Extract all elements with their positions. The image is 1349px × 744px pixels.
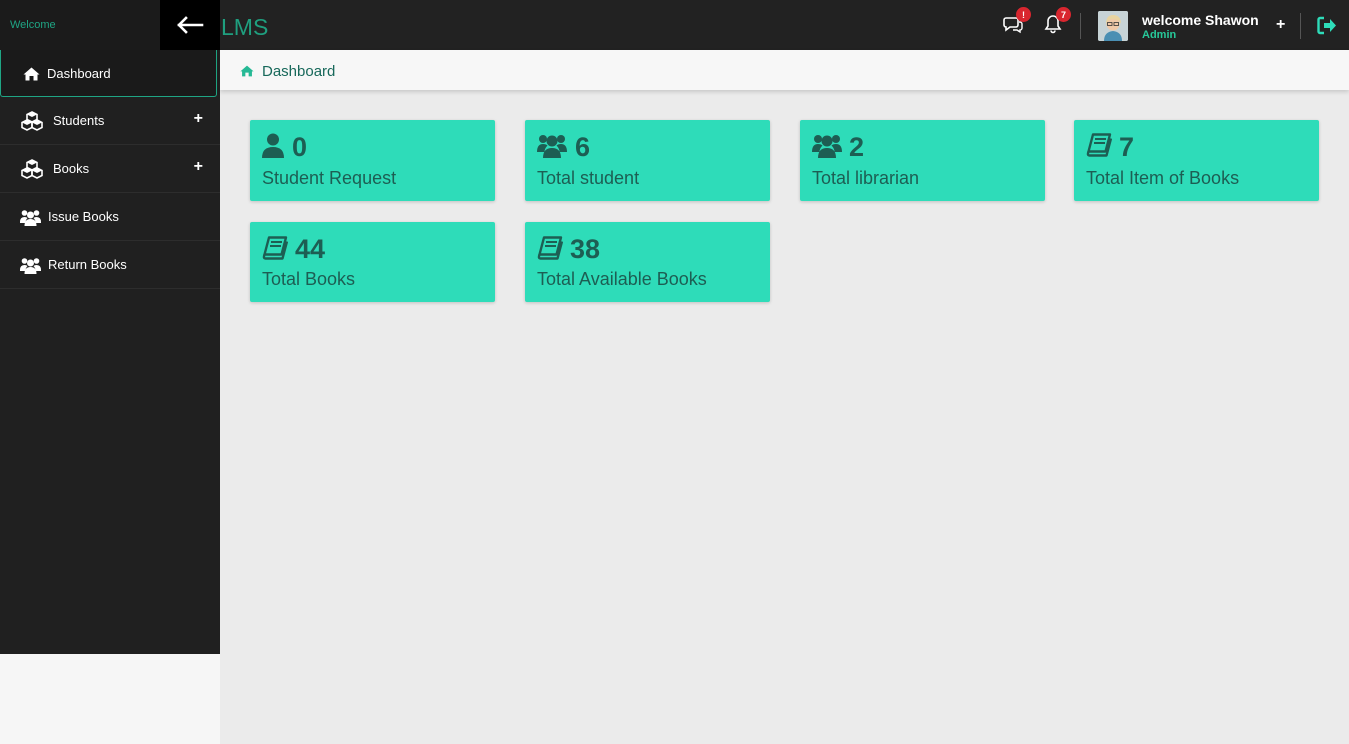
cubes-icon — [21, 110, 43, 132]
stat-value: 6 — [575, 132, 591, 162]
cubes-icon — [21, 158, 43, 180]
top-navbar: Welcome LMS ! 7 welcome Shawon Admin + — [0, 0, 1349, 50]
stat-label: Student Request — [262, 168, 397, 188]
notifications-badge: 7 — [1056, 7, 1071, 22]
expand-plus-icon[interactable]: + — [194, 158, 203, 176]
arrow-left-icon — [177, 16, 204, 34]
stat-card-total-student[interactable]: 6 Total student — [525, 120, 770, 201]
stat-card-total-librarian[interactable]: 2 Total librarian — [800, 120, 1045, 201]
book-icon — [1086, 133, 1113, 162]
expand-plus-icon[interactable]: + — [194, 110, 203, 128]
book-icon — [262, 236, 289, 265]
stat-card-total-item-of-books[interactable]: 7 Total Item of Books — [1074, 120, 1319, 201]
sidebar-item-label: Dashboard — [47, 66, 111, 81]
topbar-divider — [1300, 13, 1301, 39]
users-icon — [19, 206, 41, 228]
user-role: Admin — [1142, 29, 1177, 41]
sidebar-item-books[interactable]: Books + — [0, 145, 220, 193]
sidebar-item-label: Students — [53, 113, 105, 128]
sidebar-item-students[interactable]: Students + — [0, 97, 220, 145]
breadcrumb: Dashboard — [220, 50, 1349, 90]
brand-area: Welcome — [0, 0, 160, 50]
user-icon — [262, 133, 284, 163]
stat-label: Total student — [537, 168, 640, 188]
stat-card-student-request[interactable]: 0 Student Request — [250, 120, 495, 201]
stat-label: Total Available Books — [537, 269, 707, 289]
sidebar-item-label: Return Books — [48, 257, 127, 272]
users-icon — [537, 133, 567, 163]
sidebar-item-label: Issue Books — [48, 209, 119, 224]
user-name[interactable]: welcome Shawon — [1142, 12, 1259, 28]
avatar-image — [1098, 11, 1128, 41]
sidebar-item-dashboard[interactable]: Dashboard — [0, 50, 217, 97]
sidebar-item-label: Books — [53, 161, 90, 176]
sidebar-item-return-books[interactable]: Return Books — [0, 241, 220, 289]
stat-value: 2 — [849, 132, 865, 162]
user-menu-toggle[interactable]: + — [1276, 16, 1285, 34]
home-icon — [240, 64, 254, 77]
book-icon — [537, 236, 564, 265]
home-icon — [20, 63, 42, 85]
stat-value: 44 — [295, 234, 326, 264]
avatar[interactable] — [1098, 11, 1128, 41]
sidebar: Dashboard Students + Books + Issue Books… — [0, 50, 220, 654]
sidebar-footer-area — [0, 654, 220, 744]
sidebar-toggle-button[interactable] — [160, 0, 220, 50]
users-icon — [812, 133, 842, 163]
messages-badge: ! — [1016, 7, 1031, 22]
stat-label: Total librarian — [812, 168, 920, 188]
stat-card-total-books[interactable]: 44 Total Books — [250, 222, 495, 302]
messages-button[interactable]: ! — [1003, 7, 1031, 36]
stat-label: Total Item of Books — [1086, 168, 1240, 188]
topbar-divider — [1080, 13, 1081, 39]
logout-button[interactable] — [1316, 15, 1337, 36]
sign-out-icon — [1317, 16, 1336, 35]
welcome-text: Welcome — [10, 19, 56, 31]
notifications-button[interactable]: 7 — [1043, 7, 1071, 36]
sidebar-item-issue-books[interactable]: Issue Books — [0, 193, 220, 241]
app-title[interactable]: LMS — [221, 14, 268, 41]
stat-value: 0 — [292, 132, 308, 162]
users-icon — [19, 254, 41, 276]
stat-value: 7 — [1119, 132, 1135, 162]
stat-value: 38 — [570, 234, 601, 264]
breadcrumb-dashboard-link[interactable]: Dashboard — [262, 63, 335, 80]
stat-label: Total Books — [262, 269, 356, 289]
stat-card-total-available-books[interactable]: 38 Total Available Books — [525, 222, 770, 302]
